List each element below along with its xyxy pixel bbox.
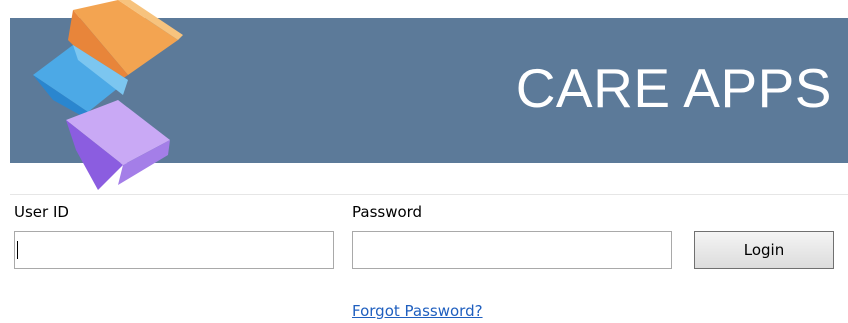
forgot-password-link[interactable]: Forgot Password?: [352, 302, 483, 320]
stacked-cubes-logo-icon: [33, 0, 183, 190]
password-input[interactable]: [352, 231, 672, 269]
login-page: CARE APPS User ID Password Login Forgot …: [0, 0, 848, 323]
user-id-label: User ID: [14, 203, 69, 221]
login-button[interactable]: Login: [694, 231, 834, 269]
brand-title: CARE APPS: [515, 57, 832, 119]
user-id-input[interactable]: [14, 231, 334, 269]
password-label: Password: [352, 203, 423, 221]
text-caret: [17, 241, 18, 259]
divider: [10, 194, 848, 195]
